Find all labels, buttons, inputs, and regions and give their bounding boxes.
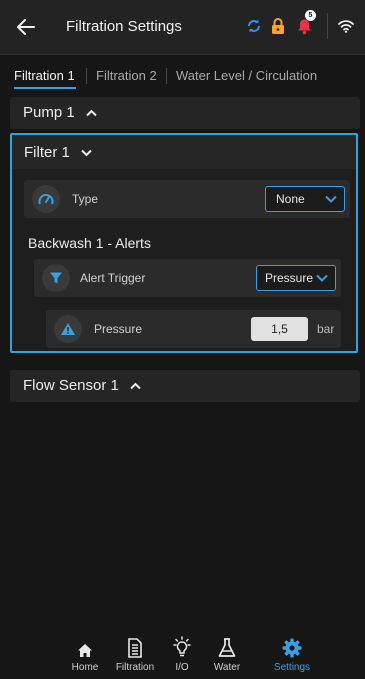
bottom-navigation: Home Filtration I/O Water Settings <box>0 630 365 679</box>
active-tab-indicator <box>14 87 76 89</box>
chevron-down-icon <box>316 274 328 282</box>
lock-button[interactable] <box>267 15 289 37</box>
filter-funnel-icon <box>42 264 70 292</box>
gauge-icon <box>32 185 60 213</box>
pressure-input[interactable]: 1,5 <box>251 317 308 341</box>
tab-bar: Filtration 1 Filtration 2 Water Level / … <box>0 62 365 92</box>
nav-settings[interactable]: Settings <box>264 636 320 673</box>
backwash-alerts-heading: Backwash 1 - Alerts <box>28 235 151 251</box>
tab-water-level-circulation[interactable]: Water Level / Circulation <box>176 68 317 83</box>
tab-filtration-1[interactable]: Filtration 1 <box>14 68 75 83</box>
gear-icon <box>282 638 302 658</box>
tab-divider <box>166 68 167 84</box>
pump-title-text: Pump 1 <box>23 104 75 121</box>
home-icon <box>78 644 92 657</box>
lock-icon <box>272 17 284 34</box>
chevron-down-icon <box>81 149 92 157</box>
page-title: Filtration Settings <box>66 18 182 35</box>
tab-filtration-2[interactable]: Filtration 2 <box>96 68 157 83</box>
chevron-down-icon <box>325 195 337 203</box>
lightbulb-icon <box>173 636 191 657</box>
type-select-value: None <box>276 192 305 206</box>
alert-trigger-row: Alert Trigger Pressure <box>34 259 341 297</box>
wifi-status[interactable] <box>335 15 357 37</box>
nav-home-label: Home <box>71 662 99 673</box>
sync-icon <box>248 19 260 33</box>
filter-title-text: Filter 1 <box>24 144 70 161</box>
app-header: Filtration Settings 5 <box>0 0 365 55</box>
flow-sensor-section-title: Flow Sensor 1 <box>23 377 141 394</box>
pressure-unit: bar <box>317 322 335 336</box>
header-divider <box>327 13 328 39</box>
filter-section: Filter 1 Type None Backwash 1 - Alerts A… <box>10 133 358 353</box>
nav-settings-label: Settings <box>273 662 311 673</box>
notifications-button[interactable]: 5 <box>293 10 316 37</box>
notification-count-badge: 5 <box>305 10 316 21</box>
filter-section-header[interactable]: Filter 1 <box>12 135 356 169</box>
sync-button[interactable] <box>243 15 265 37</box>
alert-trigger-label: Alert Trigger <box>80 271 146 285</box>
flask-icon <box>218 638 236 657</box>
alert-trigger-select-value: Pressure <box>265 271 314 285</box>
nav-home[interactable]: Home <box>57 636 113 673</box>
chevron-up-icon <box>86 109 97 117</box>
pump-section-title: Pump 1 <box>23 104 97 121</box>
flow-sensor-section-header[interactable]: Flow Sensor 1 <box>10 370 360 402</box>
flow-sensor-title-text: Flow Sensor 1 <box>23 377 119 394</box>
filter-section-title: Filter 1 <box>24 144 92 161</box>
wifi-icon <box>338 20 354 33</box>
type-label: Type <box>72 192 99 206</box>
tab-divider <box>86 68 87 84</box>
back-button[interactable] <box>12 14 40 40</box>
arrow-left-icon <box>17 19 35 35</box>
pressure-row: Pressure 1,5 bar <box>46 310 341 348</box>
pump-section-header[interactable]: Pump 1 <box>10 97 360 129</box>
warning-triangle-icon <box>54 315 82 343</box>
alert-trigger-select[interactable]: Pressure <box>256 265 336 291</box>
filtration-icon <box>128 638 142 658</box>
chevron-up-icon <box>130 382 141 390</box>
pressure-label: Pressure <box>94 322 143 336</box>
type-select[interactable]: None <box>265 186 345 212</box>
nav-water-label: Water <box>213 662 241 673</box>
nav-water[interactable]: Water <box>199 636 255 673</box>
filter-type-row: Type None <box>24 180 350 218</box>
